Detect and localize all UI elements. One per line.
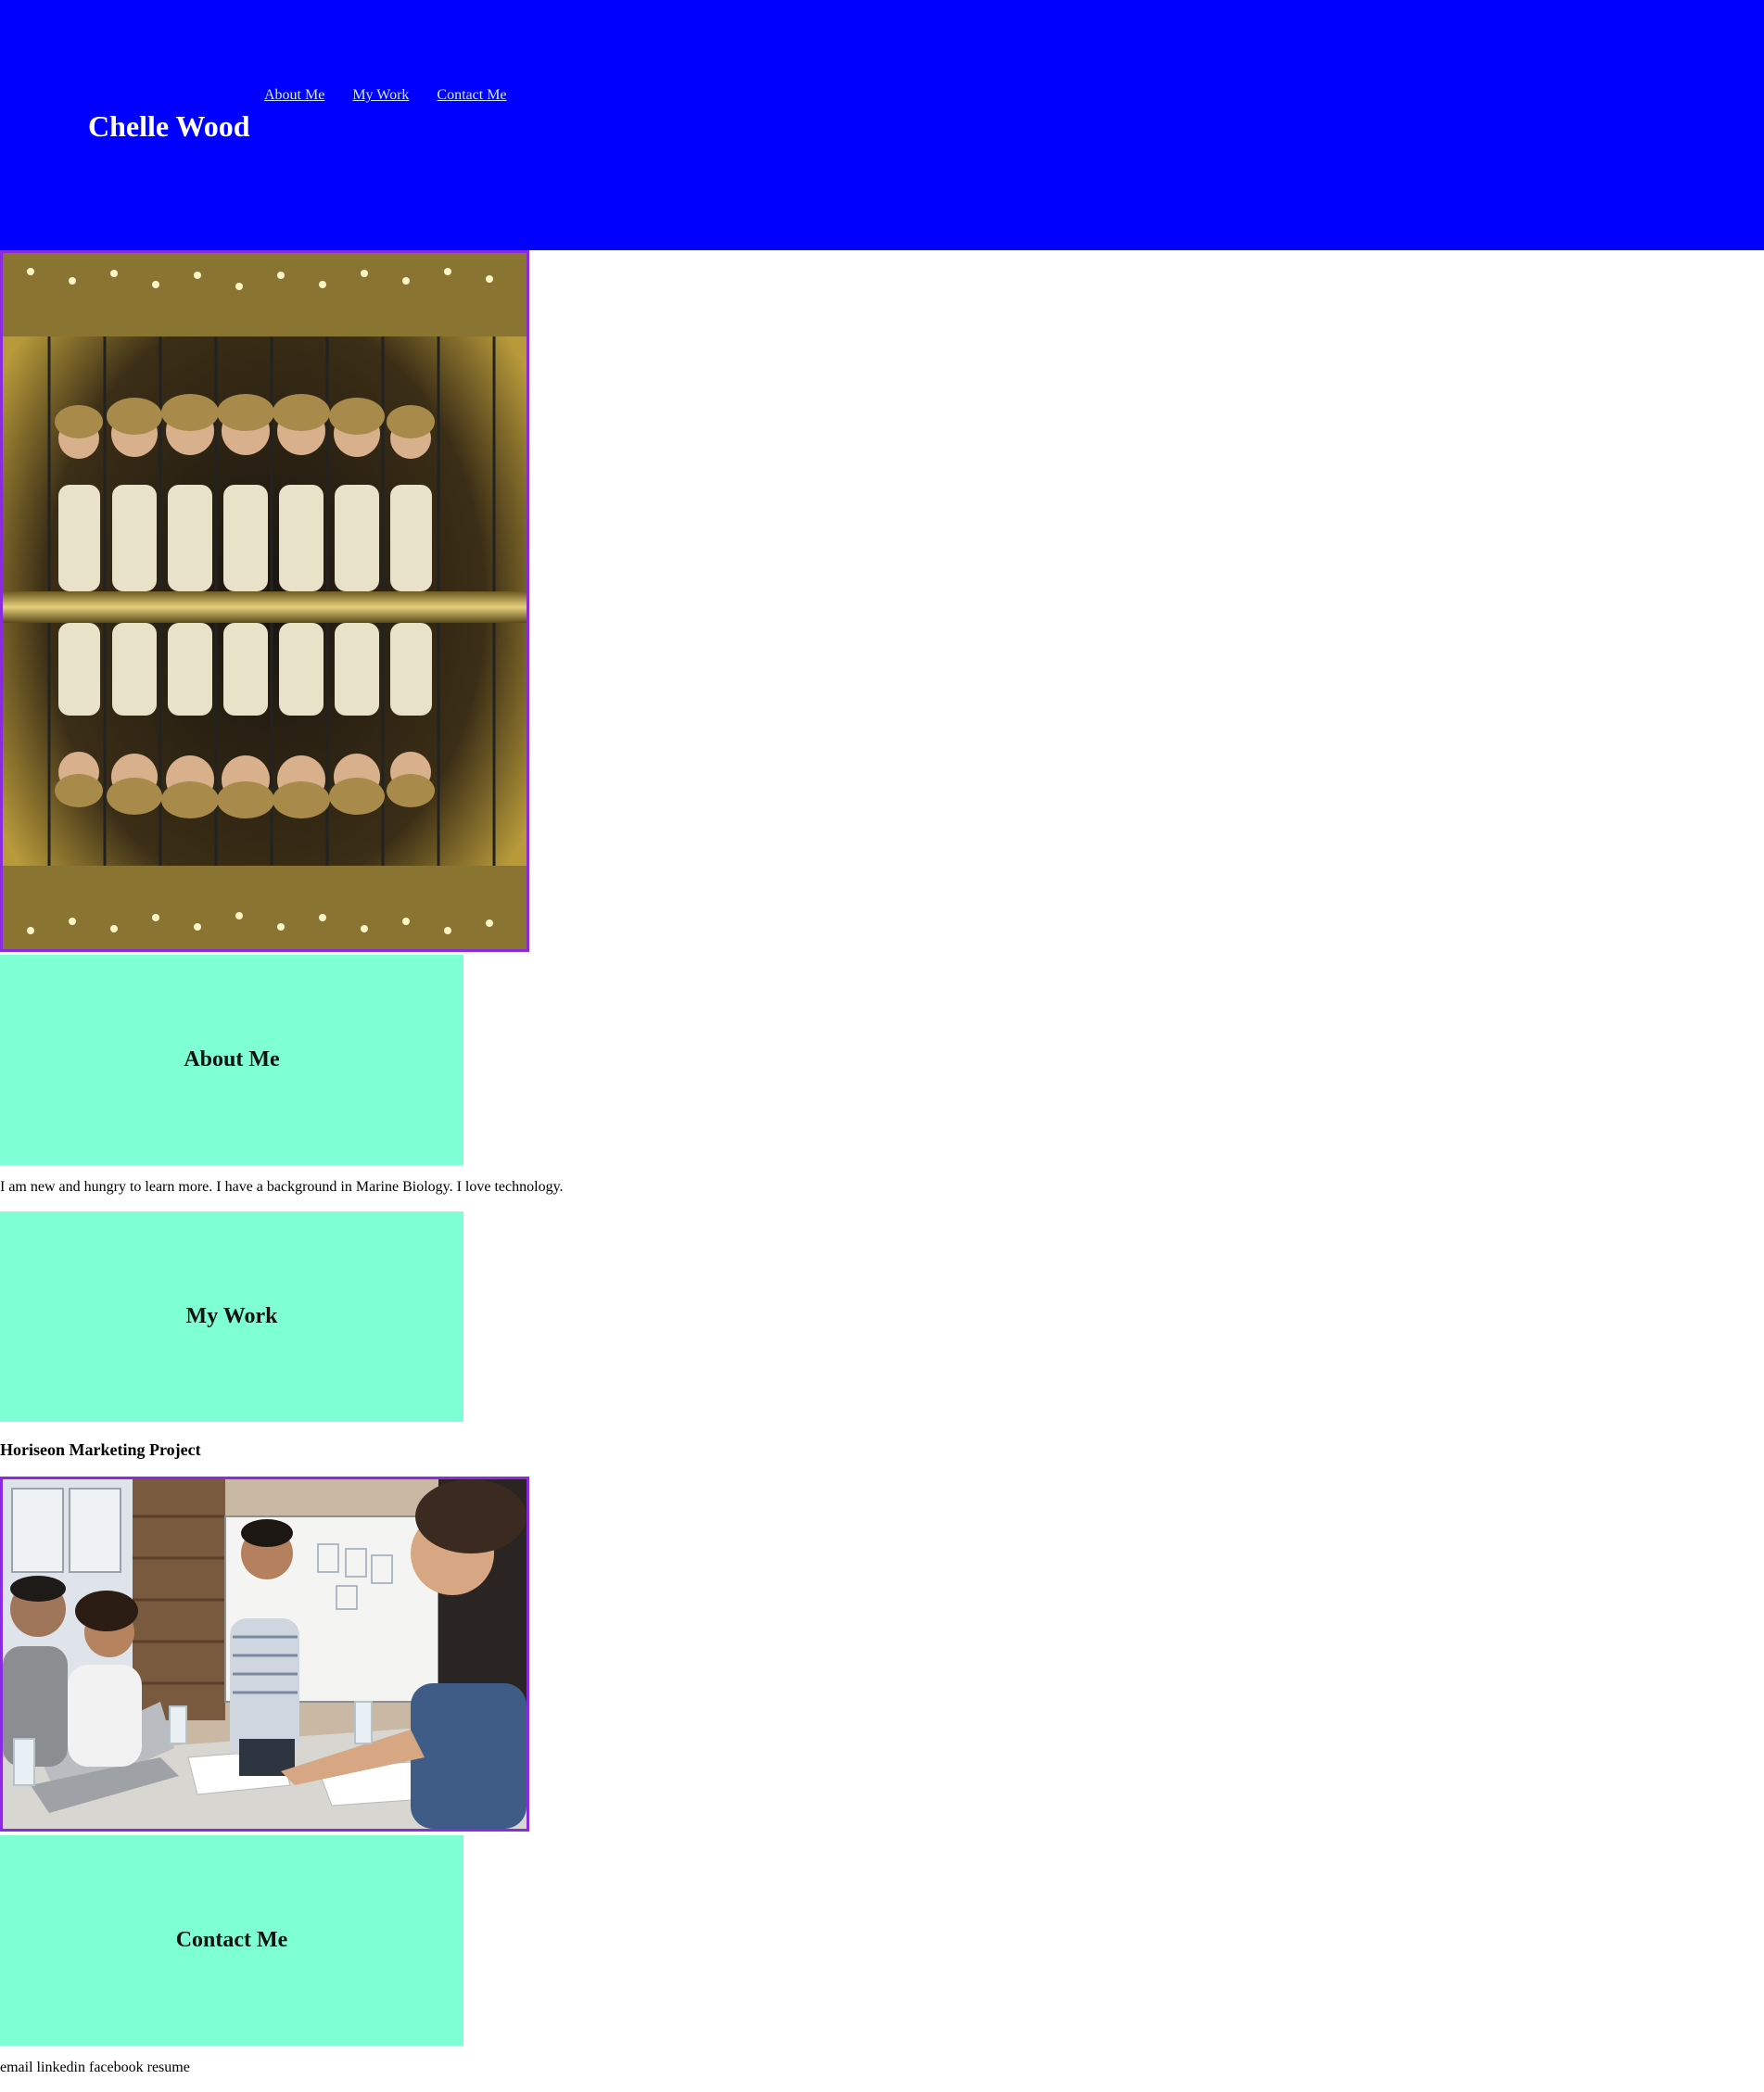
contact-link-facebook[interactable]: facebook xyxy=(89,2059,144,2077)
site-title: Chelle Wood xyxy=(88,109,250,143)
nav-link-about-me[interactable]: About Me xyxy=(264,86,324,105)
my-work-heading: My Work xyxy=(185,1304,278,1328)
contact-link-email[interactable]: email xyxy=(0,2059,33,2077)
project-image[interactable] xyxy=(0,1477,529,1832)
my-work-banner: My Work xyxy=(0,1211,463,1422)
site-header: Chelle Wood About Me My Work Contact Me xyxy=(0,0,1764,250)
nav-link-contact-me[interactable]: Contact Me xyxy=(437,86,506,105)
contact-me-banner: Contact Me xyxy=(0,1835,463,2046)
profile-photo xyxy=(0,250,529,952)
contact-link-resume[interactable]: resume xyxy=(147,2059,190,2077)
about-me-text: I am new and hungry to learn more. I hav… xyxy=(0,1179,564,1195)
nav-link-my-work[interactable]: My Work xyxy=(352,86,409,105)
kaleidoscope-portrait-image xyxy=(3,253,527,949)
about-me-heading: About Me xyxy=(184,1047,280,1071)
contact-me-heading: Contact Me xyxy=(175,1928,288,1952)
about-me-banner: About Me xyxy=(0,955,463,1165)
contact-link-linkedin[interactable]: linkedin xyxy=(37,2059,85,2077)
main-nav: About Me My Work Contact Me xyxy=(264,86,507,105)
project-title: Horiseon Marketing Project xyxy=(0,1440,201,1459)
team-meeting-photo xyxy=(3,1479,527,1829)
contact-links: email linkedin facebook resume xyxy=(0,2059,190,2077)
